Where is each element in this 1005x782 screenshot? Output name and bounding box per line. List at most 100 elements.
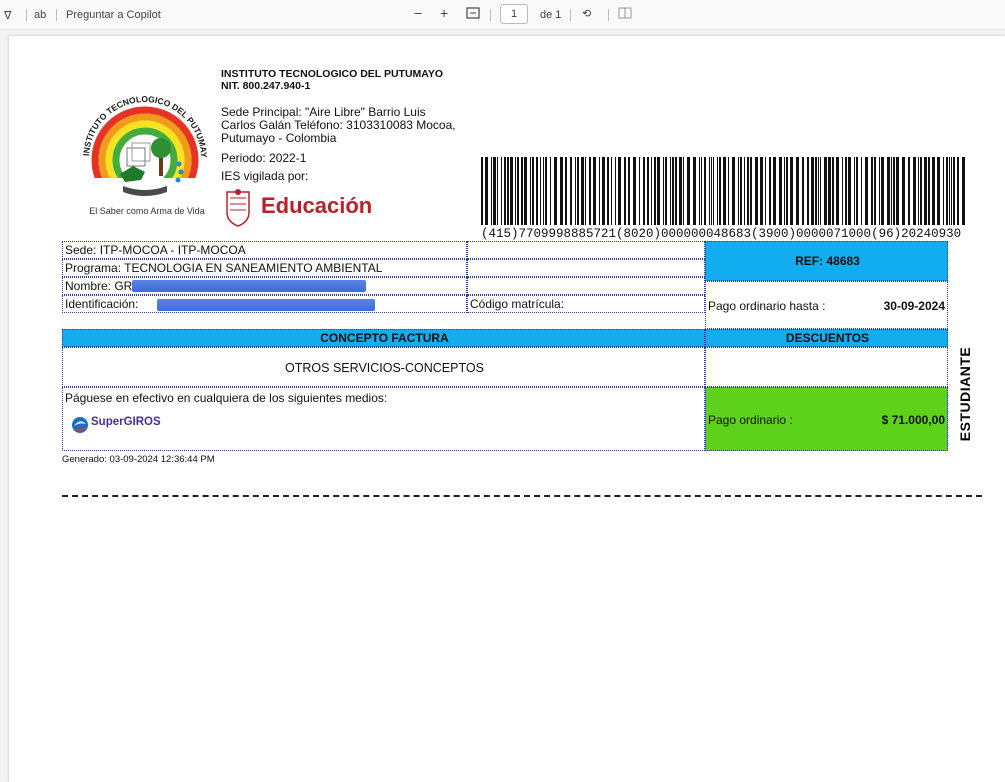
barcode-bar	[750, 157, 752, 225]
empty-cell	[467, 259, 705, 277]
barcode-bar	[908, 157, 910, 225]
barcode-bar	[575, 157, 576, 225]
cut-line	[62, 495, 982, 497]
barcode-bar	[493, 157, 496, 225]
barcode-bar	[701, 157, 702, 225]
barcode-bar	[740, 157, 742, 225]
barcode-bar	[879, 157, 880, 225]
zoom-out-button[interactable]: −	[414, 5, 422, 21]
barcode-bar	[946, 157, 948, 225]
estudiante-label-box: ESTUDIANTE	[950, 346, 980, 442]
barcode-bar	[602, 157, 605, 225]
barcode-bar	[643, 157, 645, 225]
barcode-bar	[545, 157, 547, 225]
education-logo-text: Educación	[261, 193, 373, 218]
barcode-bar	[615, 157, 616, 225]
text-icon[interactable]: ab	[34, 9, 46, 21]
barcode-bar	[507, 157, 509, 225]
read-aloud-icon[interactable]: ᐁ	[4, 9, 12, 22]
barcode-bar	[570, 157, 572, 225]
barcode-bar	[928, 157, 930, 225]
barcode-bar	[924, 157, 927, 225]
rotate-icon[interactable]: ⟲	[582, 7, 591, 20]
barcode-bar	[953, 157, 955, 225]
barcode-bar	[871, 157, 873, 225]
fit-page-icon[interactable]	[466, 7, 480, 22]
barcode-bar	[515, 157, 516, 225]
barcode-bar	[807, 157, 809, 225]
barcode-bar	[532, 157, 534, 225]
barcode-bar	[732, 157, 735, 225]
ref-cell: REF: 48683	[705, 241, 948, 281]
barcode-bar	[779, 157, 782, 225]
barcode-bar	[717, 157, 718, 225]
barcode-bar	[657, 157, 660, 225]
barcode-text: (415)7709998885721(8020)000000048683(390…	[481, 227, 962, 241]
barcode-bar	[738, 157, 739, 225]
institution-logo: INSTITUTO TECNOLOGICO DEL PUTUMAYO	[75, 76, 215, 224]
redaction-bar	[157, 299, 375, 311]
barcode-bar	[881, 157, 884, 225]
barcode-bar	[790, 157, 793, 225]
supergiros-icon	[72, 417, 88, 433]
barcode-bar	[957, 157, 959, 225]
barcode-bar	[811, 157, 814, 225]
zoom-in-button[interactable]: +	[440, 5, 448, 21]
barcode-bar	[709, 157, 710, 225]
barcode-bar	[639, 157, 640, 225]
barcode-bar	[818, 157, 819, 225]
empty-cell	[467, 277, 705, 295]
barcode-bar	[802, 157, 804, 225]
concepto-header: CONCEPTO FACTURA	[62, 329, 705, 347]
pdf-page: INSTITUTO TECNOLOGICO DEL PUTUMAYO El Sa…	[9, 36, 1005, 782]
barcode-bar	[704, 157, 706, 225]
barcode-bar	[932, 157, 935, 225]
barcode-bar	[943, 157, 944, 225]
barcode-bar	[536, 157, 538, 225]
barcode-bar	[485, 157, 488, 225]
barcode-bar	[693, 157, 696, 225]
barcode-bar	[497, 157, 498, 225]
toolbar-divider	[608, 9, 609, 21]
paguese-text: Páguese en efectivo en cualquiera de los…	[65, 391, 388, 405]
barcode-bar	[524, 157, 527, 225]
barcode-bar	[747, 157, 749, 225]
barcode-bar	[670, 157, 671, 225]
barcode-bar	[530, 157, 531, 225]
barcode-bar	[824, 157, 827, 225]
barcode-bar	[599, 157, 600, 225]
barcode-bar	[585, 157, 586, 225]
barcode-bar	[755, 157, 758, 225]
programa-cell: Programa: TECNOLOGIA EN SANEAMIENTO AMBI…	[62, 259, 467, 277]
barcode-bar	[854, 157, 855, 225]
page-number-input[interactable]: 1	[500, 4, 528, 24]
barcode-bar	[647, 157, 649, 225]
barcode-bar	[842, 157, 843, 225]
ies-label: IES vigilada por:	[221, 169, 309, 183]
barcode-bar	[861, 157, 862, 225]
copilot-button[interactable]: Preguntar a Copilot	[66, 9, 161, 21]
barcode-bar	[773, 157, 776, 225]
barcode-bar	[765, 157, 766, 225]
two-page-icon[interactable]	[618, 7, 632, 22]
barcode-bar	[918, 157, 919, 225]
toolbar-divider	[26, 9, 27, 21]
generated-timestamp: Generado: 03-09-2024 12:36:44 PM	[62, 454, 215, 465]
barcode-bar	[856, 157, 858, 225]
barcode-bar	[672, 157, 674, 225]
pago-ordinario-label: Pago ordinario :	[708, 413, 793, 427]
colombia-shield-icon	[226, 189, 250, 227]
barcode-bar	[618, 157, 621, 225]
barcode-bar	[832, 157, 834, 225]
concepto-value: OTROS SERVICIOS-CONCEPTOS	[62, 347, 705, 387]
barcode-bar	[540, 157, 541, 225]
barcode-bar	[543, 157, 544, 225]
barcode-bar	[521, 157, 523, 225]
barcode-bar	[679, 157, 682, 225]
barcode-bar	[848, 157, 851, 225]
barcode-bar	[651, 157, 652, 225]
barcode-bar	[593, 157, 596, 225]
barcode-bar	[687, 157, 690, 225]
barcode-bar	[949, 157, 950, 225]
barcode-bar	[920, 157, 922, 225]
